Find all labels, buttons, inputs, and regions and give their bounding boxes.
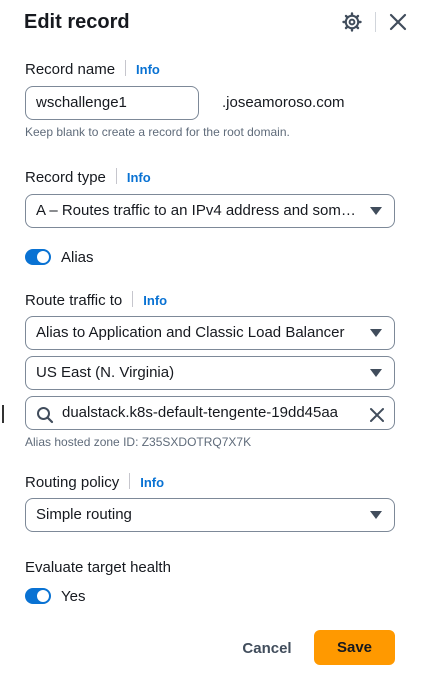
evaluate-health-toggle[interactable] [25, 588, 51, 604]
domain-suffix: .joseamoroso.com [222, 94, 345, 111]
record-name-label: Record name Info [25, 60, 160, 78]
record-name-hint: Keep blank to create a record for the ro… [25, 125, 290, 139]
load-balancer-search-input[interactable]: dualstack.k8s-default-tengente-19dd45aa [25, 396, 395, 430]
region-select[interactable]: US East (N. Virginia) [25, 356, 395, 390]
save-button[interactable]: Save [314, 630, 395, 665]
panel-header: Edit record [24, 10, 411, 34]
gear-icon[interactable] [342, 12, 362, 32]
record-type-select[interactable]: A – Routes traffic to an IPv4 address an… [25, 194, 395, 228]
routing-policy-info-link[interactable]: Info [140, 475, 164, 490]
cancel-button[interactable]: Cancel [233, 636, 301, 660]
chevron-down-icon [370, 329, 382, 337]
routing-policy-label: Routing policy Info [25, 473, 165, 491]
record-type-info-link[interactable]: Info [127, 170, 151, 185]
routing-policy-select[interactable]: Simple routing [25, 498, 395, 532]
search-icon [36, 404, 54, 424]
chevron-down-icon [370, 511, 382, 519]
record-name-input[interactable]: wschallenge1 [25, 86, 199, 120]
header-divider [375, 12, 376, 32]
record-name-info-link[interactable]: Info [136, 62, 160, 77]
alias-toggle-label: Alias [61, 249, 94, 266]
hosted-zone-id: Alias hosted zone ID: Z35SXDOTRQ7X7K [25, 435, 252, 449]
page-title: Edit record [24, 11, 130, 33]
route-traffic-label: Route traffic to Info [25, 291, 168, 309]
evaluate-health-label: Evaluate target health [25, 559, 171, 576]
clear-icon[interactable] [368, 404, 386, 422]
evaluate-health-toggle-label: Yes [61, 588, 86, 605]
chevron-down-icon [370, 369, 382, 377]
alias-toggle[interactable] [25, 249, 51, 265]
text-cursor [2, 405, 4, 423]
chevron-down-icon [370, 207, 382, 215]
route-traffic-info-link[interactable]: Info [143, 293, 167, 308]
close-icon[interactable] [388, 12, 408, 32]
endpoint-select[interactable]: Alias to Application and Classic Load Ba… [25, 316, 395, 350]
record-type-label: Record type Info [25, 168, 151, 186]
